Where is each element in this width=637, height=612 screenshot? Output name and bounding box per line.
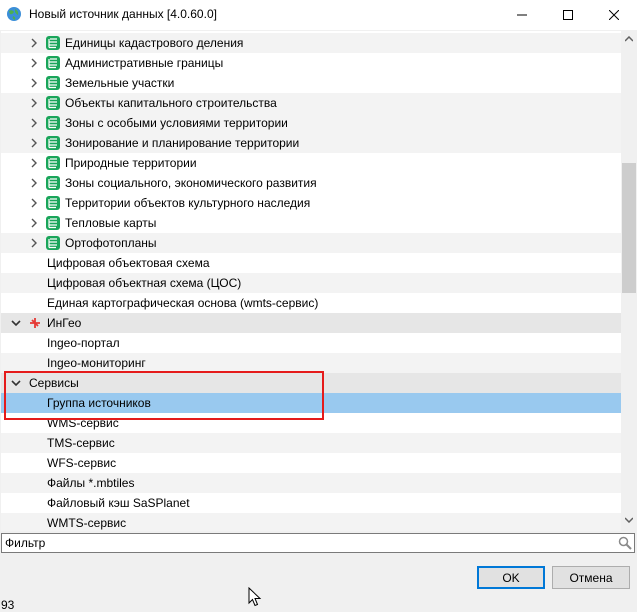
vertical-scrollbar[interactable] [621,31,637,531]
chevron-down-icon [625,517,633,523]
chevron-right-icon[interactable] [29,98,39,108]
tree-item-label: Ingeo-портал [47,336,120,350]
tree-item-layer[interactable]: Зоны социального, экономического развити… [1,173,621,193]
tree-item-layer[interactable]: Административные границы [1,53,621,73]
item-count: 93 [1,598,15,612]
tree-item-service[interactable]: WMTS-сервис [1,513,621,531]
filter-input[interactable] [5,535,605,551]
tree-item-label: TMS-сервис [47,436,115,450]
tree-item[interactable]: Цифровая объектовая схема [1,253,621,273]
tree-item-layer[interactable]: Территории объектов культурного наследия [1,193,621,213]
tree-item-service[interactable]: TMS-сервис [1,433,621,453]
layers-icon [46,56,60,70]
chevron-right-icon[interactable] [29,178,39,188]
tree-item-service[interactable]: Файлы *.mbtiles [1,473,621,493]
tree-item[interactable]: Единая картографическая основа (wmts-сер… [1,293,621,313]
ok-button[interactable]: OK [477,566,545,589]
tree-item-label: Объекты капитального строительства [65,96,277,110]
scroll-up-button[interactable] [621,31,637,47]
tree-item-label: Цифровая объектовая схема [47,256,210,270]
tree-item-label: WFS-сервис [47,456,117,470]
tree-item-label: ИнГео [47,316,82,330]
mouse-cursor-icon [248,587,262,607]
tree-item-label: Единицы кадастрового деления [65,36,244,50]
tree-item-service[interactable]: WFS-сервис [1,453,621,473]
tree-item-label: Цифровая объектная схема (ЦОС) [47,276,242,290]
chevron-right-icon[interactable] [29,78,39,88]
layers-icon [46,76,60,90]
tree-item-label: Файловый кэш SaSPlanet [47,496,190,510]
layers-icon [46,156,60,170]
tree-item-label: Административные границы [65,56,224,70]
tree-item-ingeo[interactable]: Ingeo-портал [1,333,621,353]
layers-icon [46,96,60,110]
window-title: Новый источник данных [4.0.60.0] [29,7,217,21]
layers-icon [46,36,60,50]
chevron-right-icon[interactable] [29,58,39,68]
chevron-up-icon [625,36,633,42]
chevron-right-icon[interactable] [29,238,39,248]
tree-item-layer[interactable]: Ортофотопланы [1,233,621,253]
scroll-down-button[interactable] [621,512,637,528]
title-bar: Новый источник данных [4.0.60.0] [0,0,637,30]
minimize-button[interactable] [499,0,545,30]
scrollbar-thumb[interactable] [622,163,636,293]
maximize-button[interactable] [545,0,591,30]
tree-item-label: Земельные участки [65,76,175,90]
layers-icon [46,116,60,130]
highlight-frame [4,371,324,420]
tree-item-layer[interactable]: Земельные участки [1,73,621,93]
chevron-right-icon[interactable] [29,218,39,228]
close-icon [609,10,619,20]
tree-item-label: Файлы *.mbtiles [47,476,135,490]
tree-item-label: Ортофотопланы [65,236,157,250]
tree-item-label: Зоны с особыми условиями территории [65,116,288,130]
tree-item-label: Тепловые карты [65,216,157,230]
minimize-icon [517,14,527,16]
tree-item-ingeo[interactable]: Ingeo-мониторинг [1,353,621,373]
ingeo-icon [30,318,40,328]
tree-group-ingeo[interactable]: ИнГео [1,313,621,333]
tree-item-layer[interactable]: Зонирование и планирование территории [1,133,621,153]
layers-icon [46,236,60,250]
close-button[interactable] [591,0,637,30]
tree-item-layer[interactable]: Единицы кадастрового деления [1,33,621,53]
tree-item-label: Территории объектов культурного наследия [65,196,311,210]
tree-item-layer[interactable]: Зоны с особыми условиями территории [1,113,621,133]
tree-item-label: WMTS-сервис [47,516,127,530]
chevron-right-icon[interactable] [29,158,39,168]
layers-icon [46,136,60,150]
filter-box[interactable] [1,533,635,553]
chevron-down-icon[interactable] [11,318,21,328]
chevron-right-icon[interactable] [29,118,39,128]
tree-item-label: Ingeo-мониторинг [47,356,146,370]
cancel-button[interactable]: Отмена [552,566,630,589]
tree-item-service[interactable]: Файловый кэш SaSPlanet [1,493,621,513]
layers-icon [46,196,60,210]
search-icon[interactable] [618,536,632,550]
tree-item-layer[interactable]: Объекты капитального строительства [1,93,621,113]
tree-item[interactable]: Цифровая объектная схема (ЦОС) [1,273,621,293]
tree-item-label: Природные территории [65,156,197,170]
maximize-icon [563,10,573,20]
source-tree[interactable]: Единицы кадастрового деления Администрати… [1,31,621,531]
tree-item-layer[interactable]: Тепловые карты [1,213,621,233]
chevron-right-icon[interactable] [29,138,39,148]
tree-item-label: Зонирование и планирование территории [65,136,300,150]
globe-icon [7,7,21,21]
tree-item-label: Зоны социального, экономического развити… [65,176,317,190]
layers-icon [46,176,60,190]
chevron-right-icon[interactable] [29,38,39,48]
tree-item-layer[interactable]: Природные территории [1,153,621,173]
chevron-right-icon[interactable] [29,198,39,208]
tree-item-label: Единая картографическая основа (wmts-сер… [47,296,319,310]
layers-icon [46,216,60,230]
